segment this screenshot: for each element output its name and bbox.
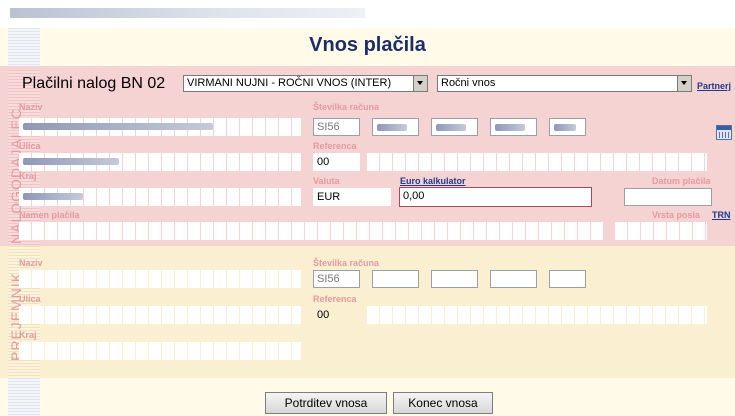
redacted-text bbox=[23, 123, 213, 130]
payer-reference-prefix[interactable]: 00 bbox=[313, 153, 360, 171]
recipient-account-part-3[interactable] bbox=[490, 270, 537, 288]
redacted-text bbox=[23, 193, 83, 200]
payer-account-part-3[interactable] bbox=[490, 118, 537, 136]
payer-street-input[interactable] bbox=[19, 153, 301, 171]
end-entry-button[interactable]: Konec vnosa bbox=[393, 392, 493, 414]
redacted-text bbox=[377, 124, 407, 131]
recipient-reference-input[interactable] bbox=[367, 306, 707, 324]
payer-name-input[interactable] bbox=[19, 118, 301, 136]
entry-mode-select[interactable]: Ročni vnos bbox=[437, 75, 692, 92]
calendar-icon[interactable] bbox=[716, 125, 732, 140]
payer-city-input[interactable] bbox=[19, 188, 301, 206]
payer-street-label: Ulica bbox=[19, 141, 41, 151]
payer-account-prefix: SI56 bbox=[313, 118, 360, 136]
recipient-name-label: Naziv bbox=[19, 258, 43, 268]
page-header: Vnos plačila bbox=[0, 28, 735, 66]
redacted-text bbox=[436, 124, 466, 131]
payer-section: NALOGODAJALEC Plačilni nalog BN 02 VIRMA… bbox=[0, 66, 735, 246]
top-decorative-bar bbox=[10, 8, 365, 18]
recipient-reference-label: Referenca bbox=[313, 294, 357, 304]
payment-type-input[interactable] bbox=[615, 222, 707, 240]
redacted-text bbox=[554, 124, 576, 131]
payer-city-label: Kraj bbox=[19, 171, 37, 181]
order-type-select[interactable]: VIRMANI NUJNI - ROČNI VNOS (INTER) bbox=[183, 75, 428, 92]
payer-account-part-4[interactable] bbox=[549, 118, 586, 136]
amount-input[interactable]: 0,00 bbox=[399, 187, 592, 207]
recipient-account-label: Številka računa bbox=[313, 258, 380, 268]
currency-label: Valuta bbox=[313, 176, 340, 186]
order-title: Plačilni nalog BN 02 bbox=[22, 75, 166, 92]
payment-date-input[interactable] bbox=[624, 188, 712, 206]
payer-name-label: Naziv bbox=[19, 102, 43, 112]
entry-mode-value: Ročni vnos bbox=[441, 77, 496, 89]
recipient-name-input[interactable] bbox=[19, 270, 301, 288]
payment-date-label: Datum plačila bbox=[652, 176, 711, 186]
trn-link[interactable]: TRN bbox=[712, 210, 731, 220]
payment-purpose-input[interactable] bbox=[19, 222, 604, 240]
confirm-button[interactable]: Potrditev vnosa bbox=[265, 392, 387, 414]
recipient-city-label: Kraj bbox=[19, 330, 37, 340]
payer-reference-input[interactable] bbox=[367, 153, 707, 171]
recipient-street-label: Ulica bbox=[19, 294, 41, 304]
recipient-city-input[interactable] bbox=[19, 342, 301, 360]
partners-link[interactable]: Partnerj bbox=[697, 81, 731, 91]
recipient-reference-prefix[interactable]: 00 bbox=[313, 306, 360, 324]
euro-calculator-link[interactable]: Euro kalkulator bbox=[400, 176, 466, 186]
currency-field[interactable]: EUR bbox=[313, 188, 391, 206]
payment-purpose-label: Namen plačila bbox=[19, 210, 80, 220]
payer-account-part-2[interactable] bbox=[431, 118, 478, 136]
payer-account-part-1[interactable] bbox=[372, 118, 419, 136]
order-type-value: VIRMANI NUJNI - ROČNI VNOS (INTER) bbox=[187, 77, 392, 89]
payment-type-label: Vrsta posla bbox=[652, 210, 701, 220]
footer-stripe bbox=[8, 378, 40, 416]
recipient-account-part-2[interactable] bbox=[431, 270, 478, 288]
chevron-down-icon[interactable] bbox=[413, 76, 427, 91]
recipient-account-part-4[interactable] bbox=[549, 270, 586, 288]
page-title: Vnos plačila bbox=[309, 34, 426, 56]
recipient-street-input[interactable] bbox=[19, 306, 301, 324]
payer-reference-label: Referenca bbox=[313, 141, 357, 151]
recipient-section: PREJEMNIK Naziv Številka računa SI56 Uli… bbox=[0, 246, 735, 378]
redacted-text bbox=[495, 124, 525, 131]
recipient-account-part-1[interactable] bbox=[372, 270, 419, 288]
payer-account-label: Številka računa bbox=[313, 102, 380, 112]
recipient-account-prefix: SI56 bbox=[313, 270, 360, 288]
redacted-text bbox=[23, 158, 119, 165]
chevron-down-icon[interactable] bbox=[677, 76, 691, 91]
